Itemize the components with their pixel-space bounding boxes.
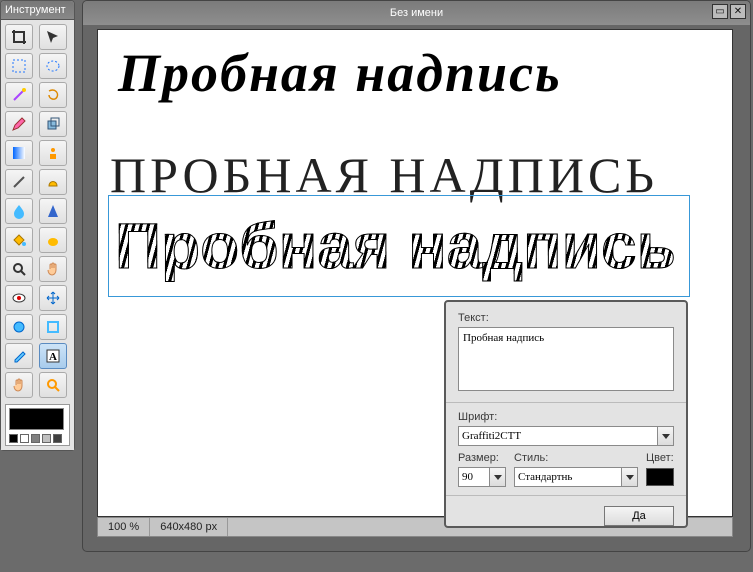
- tool-blur[interactable]: [5, 198, 33, 224]
- tool-hand[interactable]: [39, 256, 67, 282]
- font-dropdown-button[interactable]: [658, 426, 674, 446]
- toolbox-window: Инструмент A: [0, 0, 75, 451]
- color-label: Цвет:: [646, 452, 674, 464]
- tool-clone[interactable]: [39, 111, 67, 137]
- active-text-box[interactable]: Пробная надпись: [108, 195, 690, 297]
- size-field[interactable]: [458, 467, 490, 487]
- tool-zoom[interactable]: [5, 256, 33, 282]
- chevron-down-icon: [662, 434, 670, 439]
- style-label: Стиль:: [514, 452, 638, 464]
- tool-text[interactable]: A: [39, 343, 67, 369]
- font-field[interactable]: [458, 426, 658, 446]
- maximize-button[interactable]: ▭: [712, 4, 728, 19]
- tool-move[interactable]: [39, 285, 67, 311]
- chevron-down-icon: [494, 475, 502, 480]
- chevron-down-icon: [626, 475, 634, 480]
- tool-crop[interactable]: [5, 24, 33, 50]
- canvas-dimensions: 640x480 px: [150, 518, 228, 536]
- tool-dodge[interactable]: [5, 314, 33, 340]
- toolbox-titlebar[interactable]: Инструмент: [1, 1, 74, 20]
- palette-swatch[interactable]: [31, 434, 40, 443]
- tool-rect-select[interactable]: [5, 53, 33, 79]
- palette-swatch[interactable]: [20, 434, 29, 443]
- document-title: Без имени: [390, 7, 443, 19]
- zoom-level[interactable]: 100 %: [98, 518, 150, 536]
- tool-find[interactable]: [39, 372, 67, 398]
- color-swatch[interactable]: [646, 468, 674, 486]
- style-dropdown-button[interactable]: [622, 467, 638, 487]
- tool-shape[interactable]: [39, 169, 67, 195]
- text-input[interactable]: [458, 327, 674, 391]
- font-label: Шрифт:: [458, 411, 674, 423]
- text-layer-3: Пробная надпись: [115, 209, 676, 283]
- tool-fill[interactable]: [5, 227, 33, 253]
- document-titlebar[interactable]: Без имени ▭ ✕: [83, 1, 750, 25]
- tool-smudge[interactable]: [39, 227, 67, 253]
- color-wells[interactable]: [5, 404, 70, 446]
- tool-pan[interactable]: [5, 372, 33, 398]
- size-dropdown-button[interactable]: [490, 467, 506, 487]
- tool-ellipse-select[interactable]: [39, 53, 67, 79]
- palette-swatch[interactable]: [53, 434, 62, 443]
- tool-grid: A: [5, 24, 70, 398]
- text-layer-1[interactable]: Пробная надпись: [118, 42, 562, 104]
- svg-text:A: A: [49, 351, 57, 363]
- tool-sharpen[interactable]: [39, 198, 67, 224]
- tool-gradient[interactable]: [5, 140, 33, 166]
- close-button[interactable]: ✕: [730, 4, 746, 19]
- toolbox-body: A: [1, 20, 74, 450]
- tool-figure[interactable]: [39, 140, 67, 166]
- toolbox-title: Инструмент: [5, 4, 66, 16]
- tool-redeye[interactable]: [5, 285, 33, 311]
- style-field[interactable]: [514, 467, 622, 487]
- size-label: Размер:: [458, 452, 506, 464]
- text-label: Текст:: [458, 312, 674, 324]
- palette-swatch[interactable]: [42, 434, 51, 443]
- tool-eyedrop[interactable]: [5, 343, 33, 369]
- tool-lasso[interactable]: [39, 82, 67, 108]
- palette-swatch[interactable]: [9, 434, 18, 443]
- text-tool-panel[interactable]: Текст: Шрифт: Размер: Стиль: Цвет: Да: [444, 300, 688, 528]
- ok-button[interactable]: Да: [604, 506, 674, 526]
- tool-pencil[interactable]: [5, 111, 33, 137]
- palette-row: [9, 434, 62, 443]
- foreground-color[interactable]: [9, 408, 64, 430]
- tool-pointer[interactable]: [39, 24, 67, 50]
- tool-line[interactable]: [5, 169, 33, 195]
- tool-wand[interactable]: [5, 82, 33, 108]
- tool-burn[interactable]: [39, 314, 67, 340]
